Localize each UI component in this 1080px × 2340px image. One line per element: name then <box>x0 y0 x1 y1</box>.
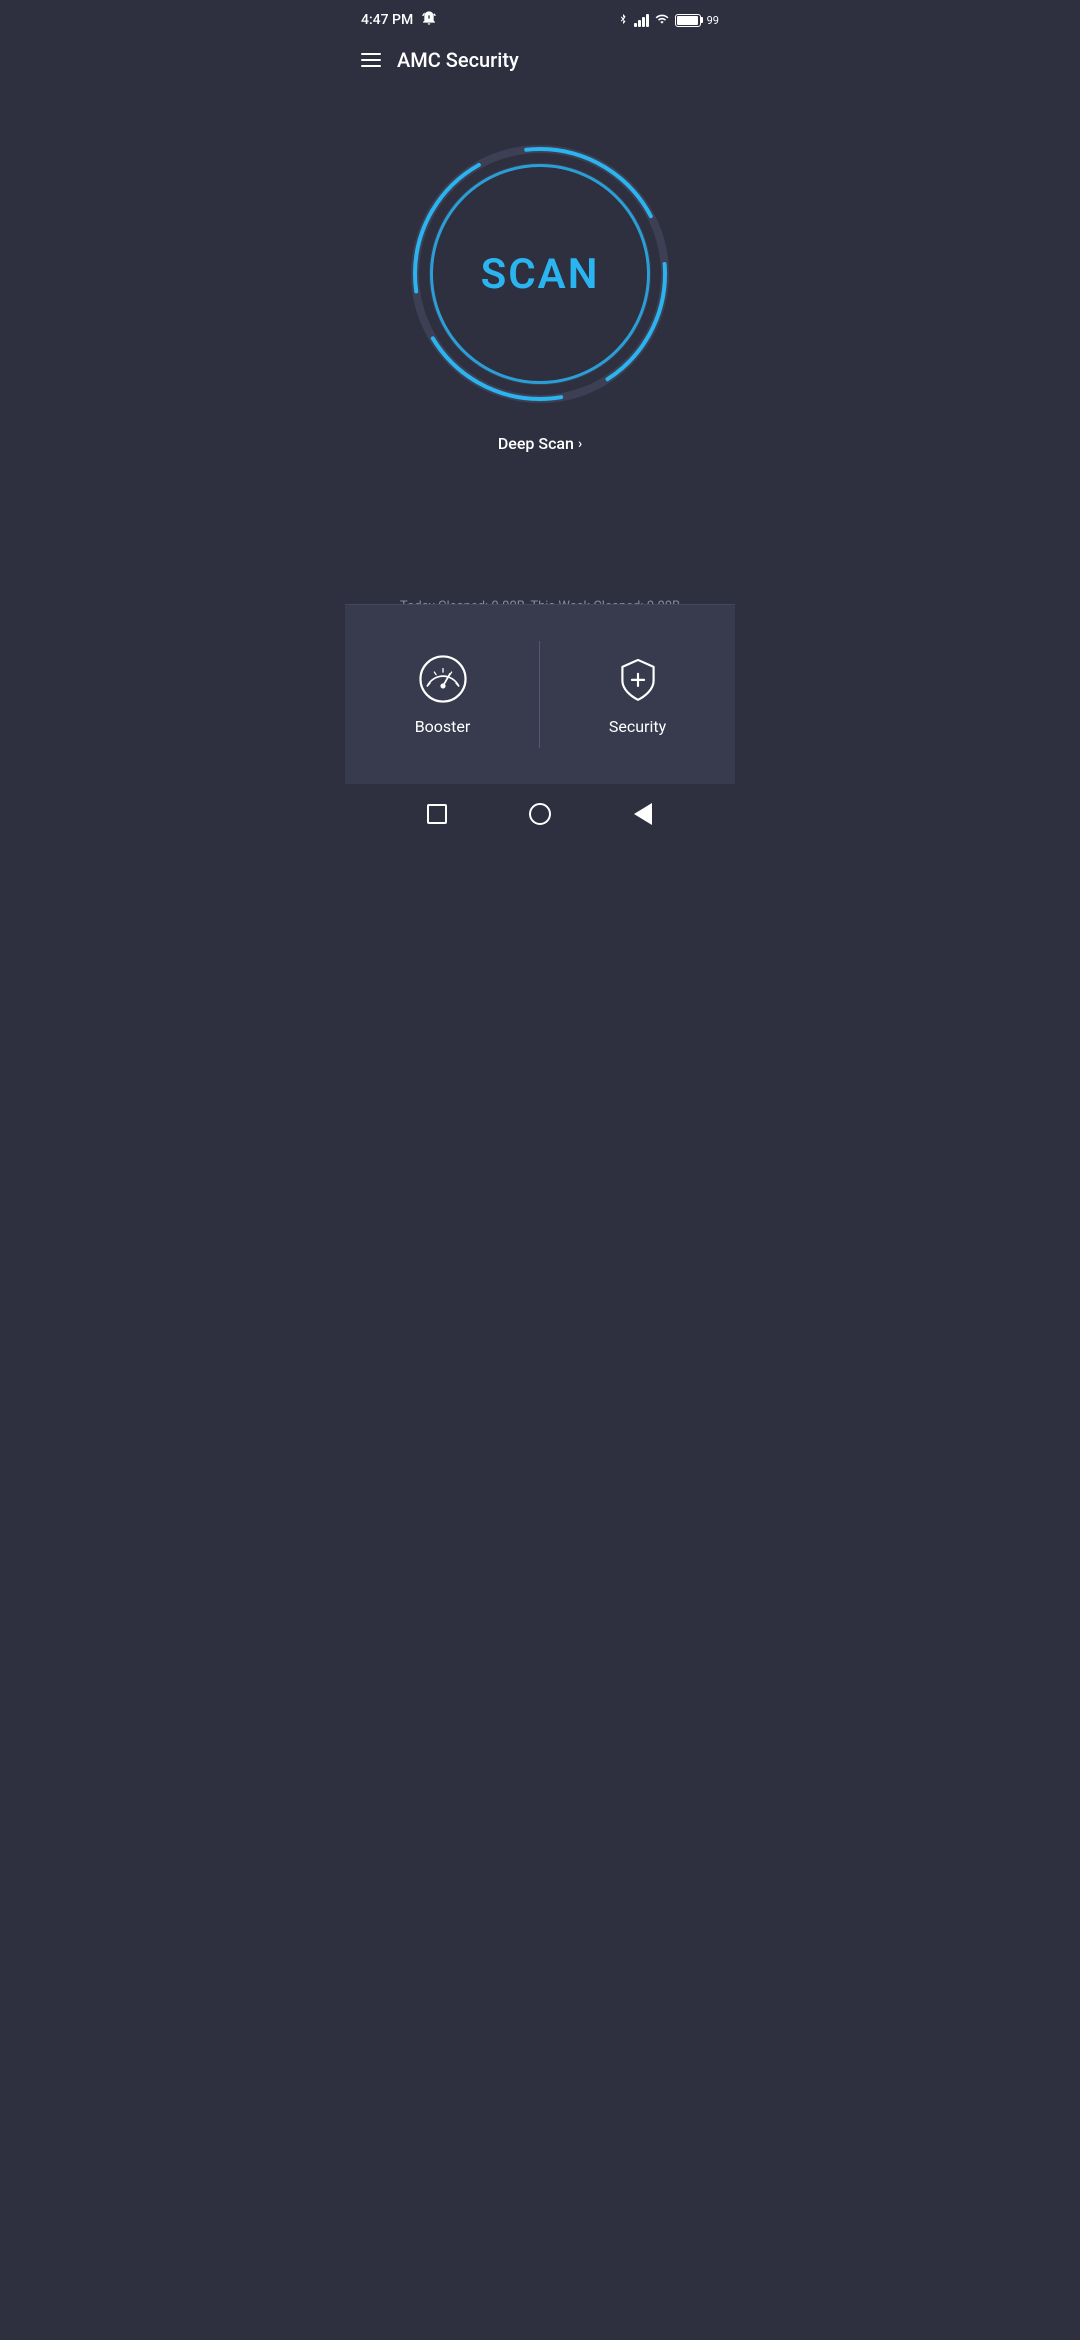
nav-bar <box>345 784 735 844</box>
signal-bars <box>634 13 649 27</box>
menu-button[interactable] <box>361 53 381 67</box>
security-label: Security <box>609 717 666 736</box>
app-title: AMC Security <box>397 48 519 72</box>
booster-icon <box>417 653 469 705</box>
scan-button[interactable]: SCAN <box>410 144 670 404</box>
header: AMC Security <box>345 36 735 84</box>
nav-home-button[interactable] <box>526 800 554 828</box>
security-button[interactable]: Security <box>540 605 735 784</box>
deep-scan-label: Deep Scan <box>498 434 574 453</box>
bottom-bar: Booster Security <box>345 604 735 784</box>
nav-recents-button[interactable] <box>423 800 451 828</box>
deep-scan-button[interactable]: Deep Scan › <box>498 434 582 453</box>
wifi-icon <box>654 11 670 30</box>
main-content: SCAN Deep Scan › <box>345 84 735 453</box>
status-right: 99 <box>617 11 719 30</box>
deep-scan-chevron: › <box>578 436 582 452</box>
booster-button[interactable]: Booster <box>345 605 540 784</box>
bluetooth-icon <box>617 11 629 30</box>
nav-home-icon <box>529 803 551 825</box>
booster-label: Booster <box>415 717 471 736</box>
scan-inner-circle: SCAN <box>430 164 650 384</box>
status-left: 4:47 PM <box>361 10 437 30</box>
battery-text: 99 <box>707 14 719 27</box>
nav-back-icon <box>634 803 652 825</box>
status-time: 4:47 PM <box>361 12 413 28</box>
alarm-icon <box>421 10 437 30</box>
nav-recents-icon <box>427 804 447 824</box>
security-icon <box>612 653 664 705</box>
status-bar: 4:47 PM <box>345 0 735 36</box>
scan-label: SCAN <box>481 250 600 299</box>
battery-indicator: 99 <box>675 14 719 27</box>
nav-back-button[interactable] <box>629 800 657 828</box>
